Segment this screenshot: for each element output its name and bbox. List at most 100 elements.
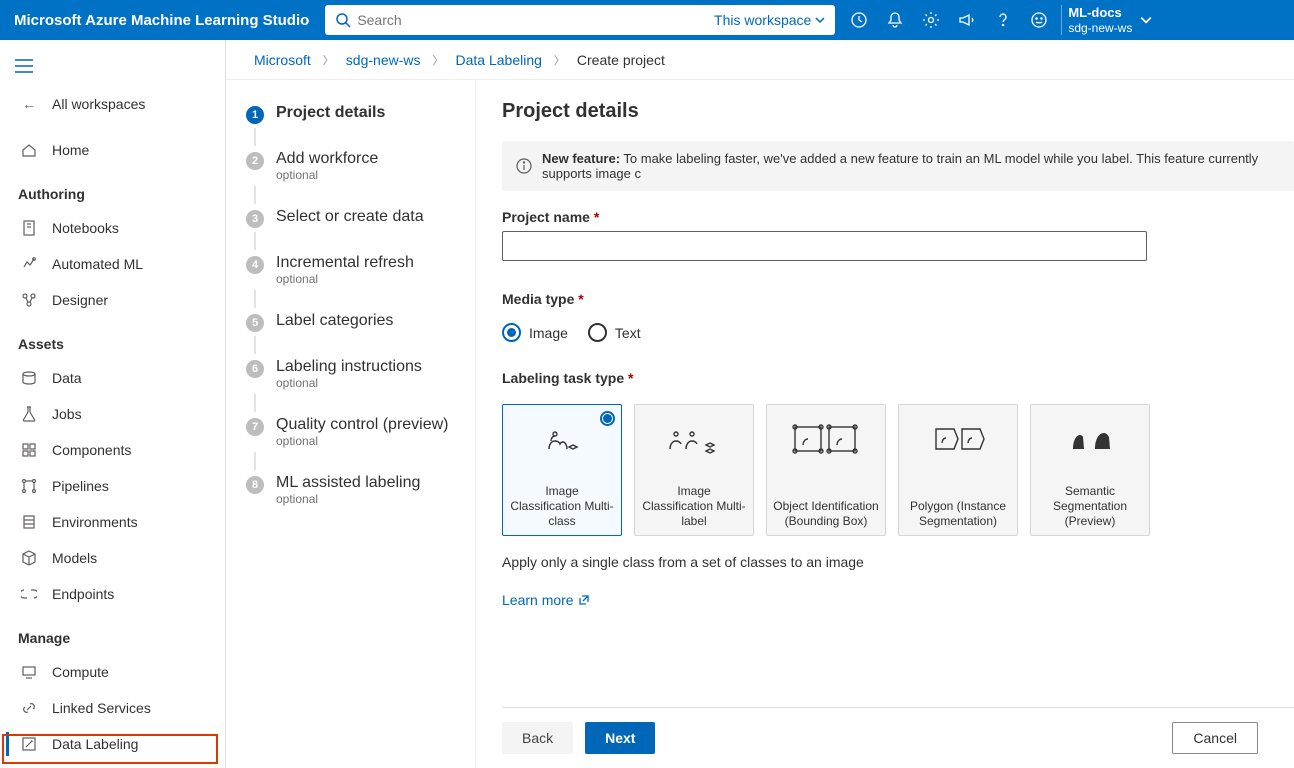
sidebar-item-label: Data Labeling: [52, 736, 138, 752]
classification-icon: [539, 419, 585, 459]
task-type-label: Labeling task type *: [502, 370, 1294, 386]
search-input[interactable]: [357, 5, 704, 35]
clock-icon[interactable]: [841, 0, 877, 40]
crumb-workspace[interactable]: sdg-new-ws: [346, 52, 421, 68]
endpoint-icon: [20, 587, 38, 601]
tile-label: Image Classification Multi-class: [509, 484, 615, 529]
info-banner-strong: New feature:: [542, 151, 620, 166]
sidebar-item-compute[interactable]: Compute: [0, 654, 225, 690]
sidebar-item-home[interactable]: Home: [0, 132, 225, 168]
tile-semantic-segmentation[interactable]: Semantic Segmentation (Preview): [1030, 404, 1150, 536]
semantic-icon: [1065, 419, 1115, 459]
notifications-icon[interactable]: [877, 0, 913, 40]
step-title: Incremental refresh: [276, 254, 414, 272]
automl-icon: [20, 256, 38, 272]
search-scope-dropdown[interactable]: This workspace: [704, 12, 835, 28]
notebook-icon: [20, 220, 38, 236]
sidebar-item-environments[interactable]: Environments: [0, 504, 225, 540]
wizard-footer: Back Next Cancel: [502, 707, 1294, 768]
hamburger-icon[interactable]: [4, 46, 44, 86]
step-connector: [254, 232, 256, 250]
step-incremental-refresh[interactable]: 4Incremental refreshoptional: [246, 254, 463, 286]
sidebar-item-designer[interactable]: Designer: [0, 282, 225, 318]
sidebar-item-all-workspaces[interactable]: ←All workspaces: [0, 86, 225, 122]
components-icon: [20, 442, 38, 458]
sidebar-item-data[interactable]: Data: [0, 360, 225, 396]
learn-more-link[interactable]: Learn more: [502, 592, 1294, 608]
step-title: Select or create data: [276, 208, 424, 226]
tile-classification-multiclass[interactable]: Image Classification Multi-class: [502, 404, 622, 536]
cancel-button[interactable]: Cancel: [1172, 722, 1258, 754]
tile-polygon-segmentation[interactable]: Polygon (Instance Segmentation): [898, 404, 1018, 536]
content-panel: Project details New feature: To make lab…: [476, 80, 1294, 768]
settings-icon[interactable]: [913, 0, 949, 40]
step-optional: optional: [276, 434, 449, 448]
next-button[interactable]: Next: [585, 722, 655, 754]
polygon-icon: [930, 419, 986, 459]
chevron-down-icon: [815, 15, 825, 25]
tile-classification-multilabel[interactable]: Image Classification Multi-label: [634, 404, 754, 536]
radio-label: Image: [529, 325, 568, 341]
sidebar-item-components[interactable]: Components: [0, 432, 225, 468]
step-add-workforce[interactable]: 2Add workforceoptional: [246, 150, 463, 182]
info-banner-text: To make labeling faster, we've added a n…: [542, 151, 1258, 181]
sidebar-item-label: Compute: [52, 664, 109, 680]
sidebar-section-assets: Assets: [0, 318, 225, 360]
tile-object-detection[interactable]: Object Identification (Bounding Box): [766, 404, 886, 536]
step-project-details[interactable]: 1Project details: [246, 104, 463, 124]
tile-label: Polygon (Instance Segmentation): [905, 499, 1011, 529]
topbar: Microsoft Azure Machine Learning Studio …: [0, 0, 1294, 40]
sidebar-item-endpoints[interactable]: Endpoints: [0, 576, 225, 612]
feedback-icon[interactable]: [1021, 0, 1057, 40]
sidebar-item-automated-ml[interactable]: Automated ML: [0, 246, 225, 282]
model-icon: [20, 550, 38, 566]
page-title: Project details: [502, 100, 1294, 123]
step-labeling-instructions[interactable]: 6Labeling instructionsoptional: [246, 358, 463, 390]
sidebar-item-models[interactable]: Models: [0, 540, 225, 576]
step-ml-assisted[interactable]: 8ML assisted labelingoptional: [246, 474, 463, 506]
sidebar-item-label: Jobs: [52, 406, 82, 422]
back-button[interactable]: Back: [502, 722, 573, 754]
sidebar-item-label: Linked Services: [52, 700, 151, 716]
project-name-input[interactable]: [502, 231, 1147, 261]
step-quality-control[interactable]: 7Quality control (preview)optional: [246, 416, 463, 448]
account-switcher[interactable]: ML-docs sdg-new-ws: [1061, 5, 1166, 35]
search-scope-label: This workspace: [714, 12, 811, 28]
step-select-data[interactable]: 3Select or create data: [246, 208, 463, 228]
step-number: 8: [246, 476, 264, 494]
sidebar-item-pipelines[interactable]: Pipelines: [0, 468, 225, 504]
multilabel-icon: [664, 419, 724, 459]
search-box[interactable]: This workspace: [325, 5, 835, 35]
back-arrow-icon: ←: [20, 96, 38, 112]
media-type-image-radio[interactable]: Image: [502, 323, 568, 342]
info-banner: New feature: To make labeling faster, we…: [502, 141, 1294, 191]
chevron-right-icon: 〉: [433, 52, 444, 68]
crumb-data-labeling[interactable]: Data Labeling: [456, 52, 542, 68]
environment-icon: [20, 514, 38, 530]
sidebar-item-linked-services[interactable]: Linked Services: [0, 690, 225, 726]
designer-icon: [20, 292, 38, 308]
app-title: Microsoft Azure Machine Learning Studio: [0, 12, 323, 29]
sidebar-item-label: Models: [52, 550, 97, 566]
step-label-categories[interactable]: 5Label categories: [246, 312, 463, 332]
sidebar-item-data-labeling[interactable]: Data Labeling: [0, 726, 225, 762]
step-optional: optional: [276, 492, 420, 506]
sidebar-item-label: Data: [52, 370, 82, 386]
account-name: ML-docs: [1068, 5, 1132, 21]
account-workspace: sdg-new-ws: [1068, 21, 1132, 35]
chevron-right-icon: 〉: [323, 52, 334, 68]
crumb-microsoft[interactable]: Microsoft: [254, 52, 311, 68]
megaphone-icon[interactable]: [949, 0, 985, 40]
step-title: Labeling instructions: [276, 358, 422, 376]
sidebar-item-label: Endpoints: [52, 586, 114, 602]
step-connector: [254, 186, 256, 204]
sidebar-item-label: Components: [52, 442, 131, 458]
media-type-text-radio[interactable]: Text: [588, 323, 641, 342]
help-icon[interactable]: [985, 0, 1021, 40]
task-description: Apply only a single class from a set of …: [502, 554, 1294, 570]
step-title: Quality control (preview): [276, 416, 449, 434]
sidebar-item-jobs[interactable]: Jobs: [0, 396, 225, 432]
step-number: 5: [246, 314, 264, 332]
sidebar-item-notebooks[interactable]: Notebooks: [0, 210, 225, 246]
sidebar-item-label: Notebooks: [52, 220, 119, 236]
